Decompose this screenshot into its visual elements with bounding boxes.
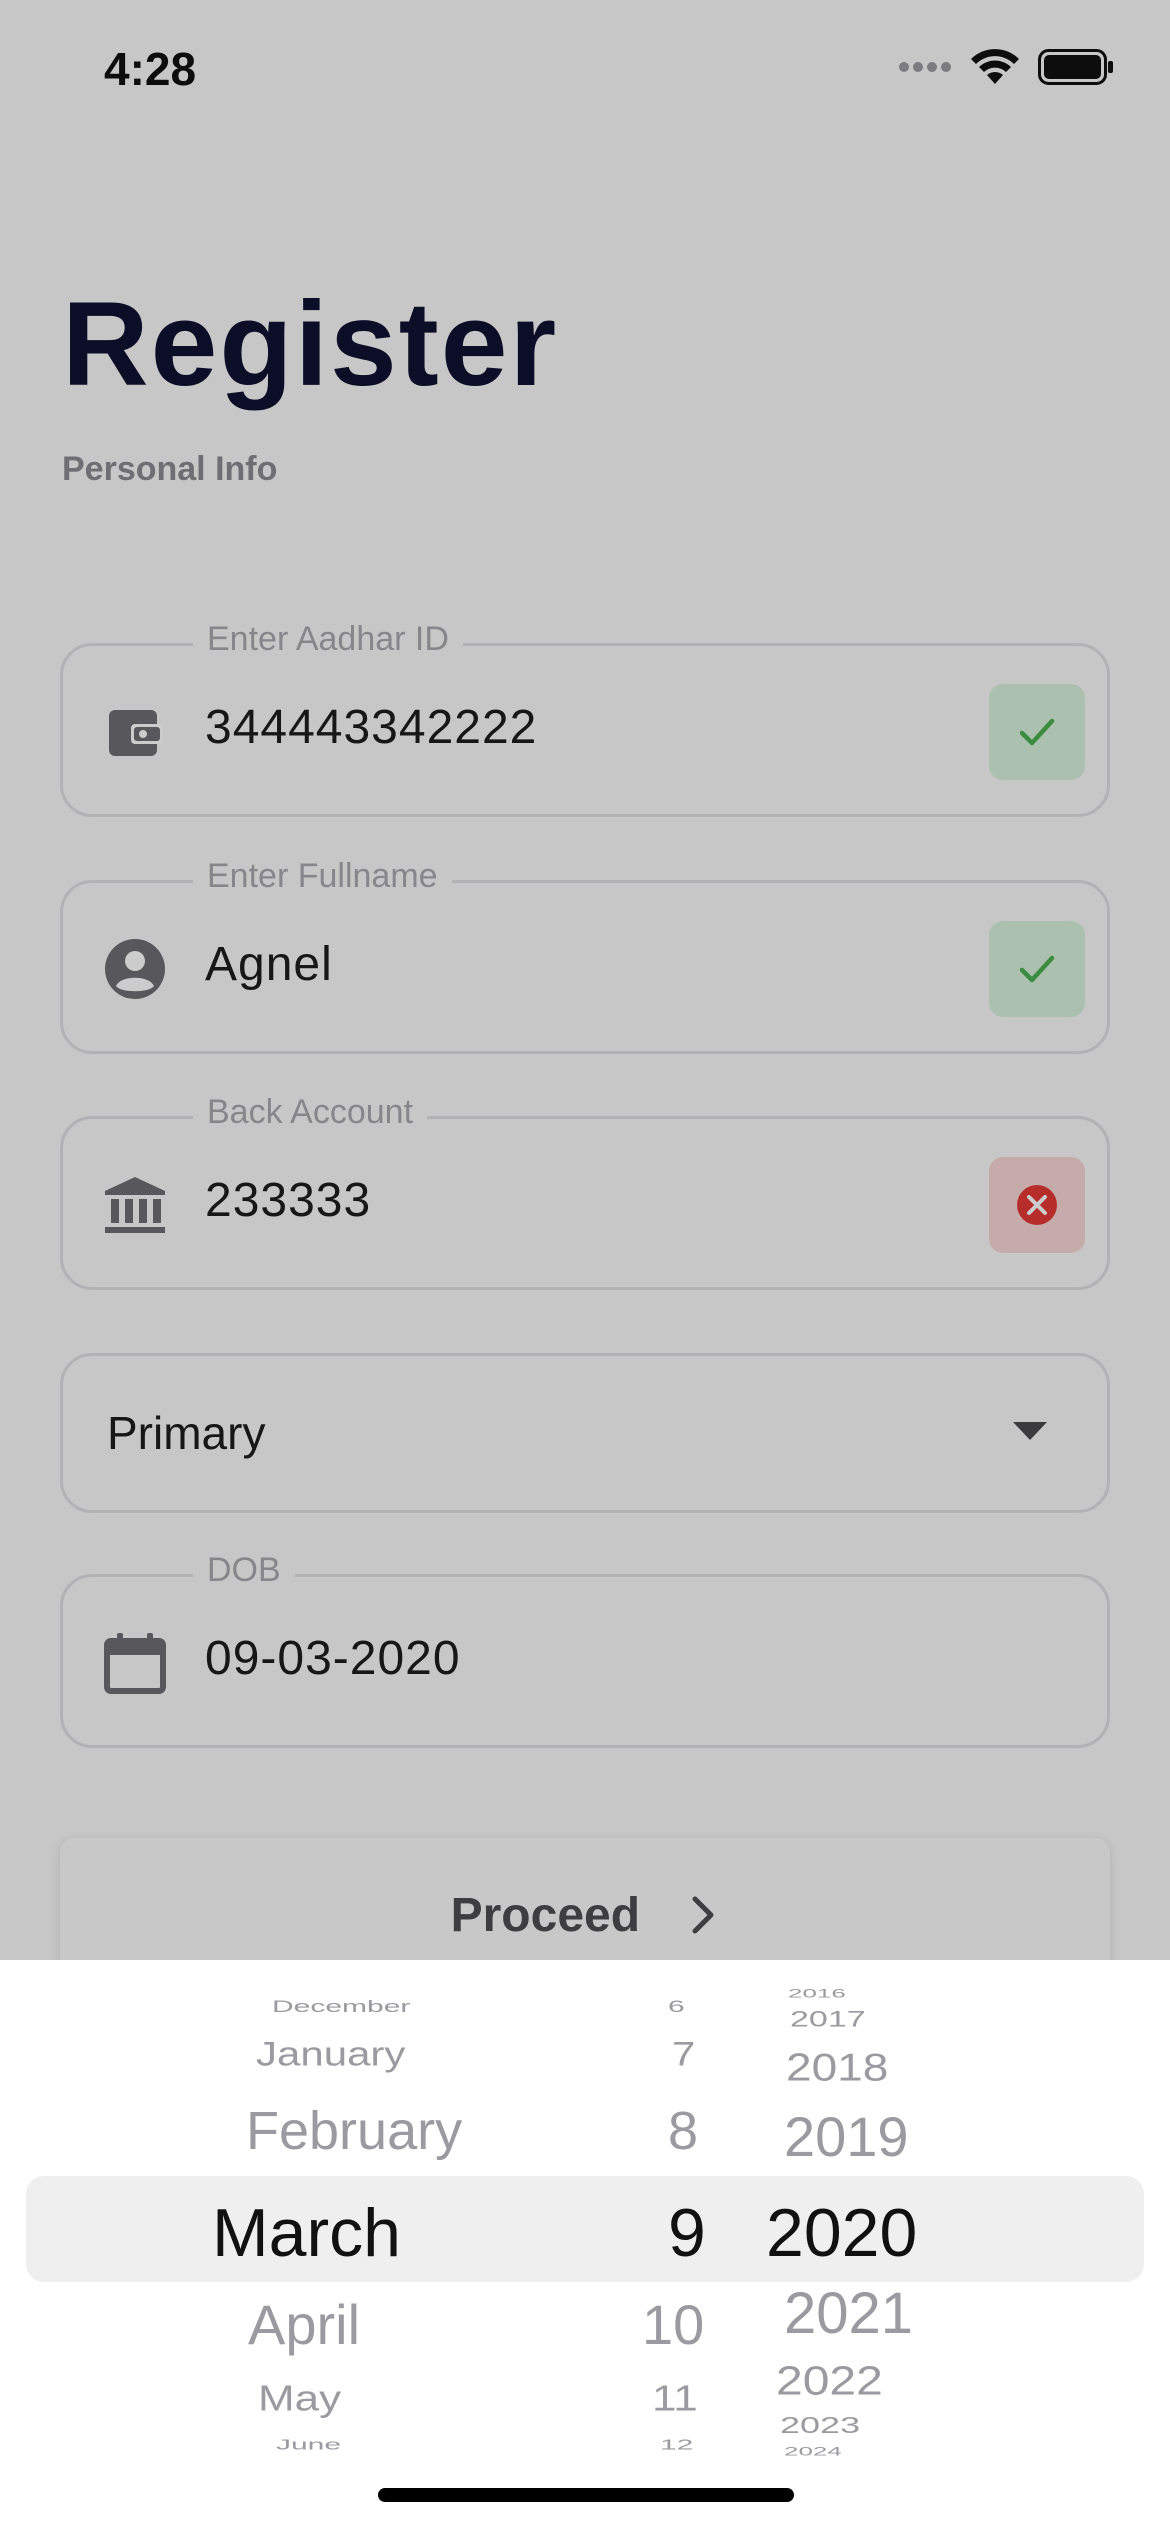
year-option[interactable]: 2022: [776, 2358, 883, 2405]
day-option-selected[interactable]: 9: [668, 2194, 706, 2272]
month-option[interactable]: May: [258, 2379, 341, 2420]
year-option[interactable]: 2017: [790, 2007, 866, 2032]
month-option[interactable]: April: [248, 2292, 360, 2357]
modal-overlay[interactable]: [0, 0, 1170, 1960]
month-option[interactable]: December: [272, 1998, 410, 2017]
month-option-selected[interactable]: March: [212, 2194, 401, 2272]
home-indicator[interactable]: [378, 2488, 794, 2502]
day-option[interactable]: 11: [652, 2379, 698, 2420]
register-screen: 4:28 Register Personal Info Enter Aadhar…: [0, 0, 1170, 1960]
month-option[interactable]: January: [256, 2034, 405, 2073]
day-option[interactable]: 12: [660, 2437, 693, 2454]
year-option[interactable]: 2021: [784, 2280, 913, 2347]
date-picker[interactable]: December January February March April Ma…: [0, 1960, 1170, 2532]
picker-selection-highlight: [26, 2176, 1144, 2282]
month-option[interactable]: June: [276, 2437, 341, 2454]
year-option[interactable]: 2024: [784, 2445, 842, 2459]
day-option[interactable]: 10: [642, 2292, 704, 2357]
day-option[interactable]: 7: [672, 2034, 695, 2073]
year-option[interactable]: 2019: [784, 2104, 909, 2169]
year-option[interactable]: 2016: [788, 1987, 846, 2001]
day-option[interactable]: 8: [668, 2100, 698, 2162]
day-option[interactable]: 6: [668, 1998, 685, 2017]
year-option[interactable]: 2018: [786, 2044, 888, 2090]
month-option[interactable]: February: [246, 2100, 462, 2162]
year-option[interactable]: 2023: [780, 2411, 860, 2438]
year-option-selected[interactable]: 2020: [766, 2194, 917, 2272]
